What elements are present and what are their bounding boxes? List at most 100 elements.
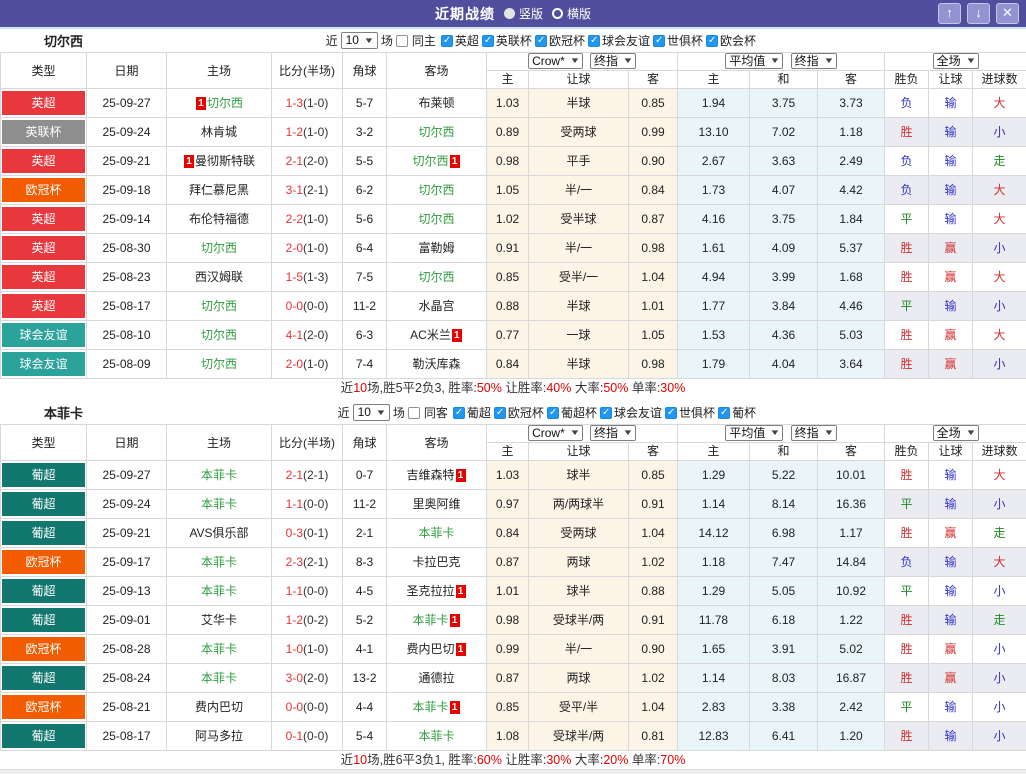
score-cell: 2-1(2-0): [272, 147, 343, 176]
league-filter-checkbox[interactable]: [547, 407, 559, 419]
score-cell: 3-0(2-0): [272, 664, 343, 693]
league-filter-checkbox[interactable]: [665, 407, 677, 419]
chevron-down-icon: ▼: [622, 426, 633, 440]
result-winloss: 胜: [885, 635, 929, 664]
radio-selected-icon[interactable]: [504, 8, 515, 19]
layout-vertical-option[interactable]: 竖版: [504, 5, 543, 22]
avg-select[interactable]: 平均值▼: [725, 53, 783, 69]
avg-stage-select[interactable]: 终指▼: [791, 425, 837, 441]
col-home: 主场: [167, 53, 272, 89]
crow-home-odds: 1.05: [487, 176, 529, 205]
score-cell: 2-0(1-0): [272, 350, 343, 379]
league-filter-label: 欧会杯: [720, 32, 756, 49]
result-handicap: 输: [929, 118, 973, 147]
home-team: 切尔西: [207, 96, 243, 110]
games-label: 场: [381, 32, 393, 49]
period-select[interactable]: 全场▼: [933, 53, 979, 69]
close-button[interactable]: ✕: [996, 3, 1019, 24]
avg-home-odds: 1.61: [678, 234, 750, 263]
crow-away-odds: 0.90: [629, 147, 678, 176]
league-filter-checkbox[interactable]: [706, 35, 718, 47]
crow-away-odds: 1.05: [629, 321, 678, 350]
match-row: 葡超25-08-24本菲卡3-0(2-0)13-2通德拉0.87两球1.021.…: [1, 664, 1026, 693]
match-row: 英超25-08-30切尔西2-0(1-0)6-4富勒姆0.91半/一0.981.…: [1, 234, 1026, 263]
match-date: 25-09-27: [87, 89, 167, 118]
bookmaker-select[interactable]: Crow*▼: [528, 425, 583, 441]
home-team-cell: 西汉姆联: [167, 263, 272, 292]
match-row: 英超25-08-23西汉姆联1-5(1-3)7-5切尔西0.85受半/一1.04…: [1, 263, 1026, 292]
match-row: 葡超25-09-24本菲卡1-1(0-0)11-2里奥阿维0.97两/两球半0.…: [1, 490, 1026, 519]
move-down-button[interactable]: ↓: [967, 3, 990, 24]
league-filter-label: 球会友谊: [602, 32, 650, 49]
score-cell: 3-1(2-1): [272, 176, 343, 205]
subcol-handicap-result: 让球: [929, 443, 973, 461]
avg-home-odds: 2.83: [678, 693, 750, 722]
crow-away-odds: 1.02: [629, 548, 678, 577]
full-time-score: 2-3: [286, 555, 303, 569]
half-time-score: (0-0): [303, 700, 328, 714]
away-team-cell: 水晶宫: [387, 292, 487, 321]
rank-badge: 1: [450, 155, 460, 168]
league-filter-checkbox[interactable]: [494, 407, 506, 419]
full-time-score: 1-0: [286, 642, 303, 656]
corner-score: 0-7: [343, 461, 387, 490]
league-filter-checkbox[interactable]: [718, 407, 730, 419]
avg-odds-group: 平均值▼ 终指▼: [678, 425, 885, 443]
games-count-select[interactable]: 10▼: [341, 32, 378, 49]
subcol-handicap: 让球: [529, 443, 629, 461]
avg-select[interactable]: 平均值▼: [725, 425, 783, 441]
league-filter-checkbox[interactable]: [482, 35, 494, 47]
away-team: 切尔西: [412, 154, 448, 168]
league-badge: 葡超: [2, 666, 85, 690]
layout-horizontal-label: 横版: [567, 5, 591, 22]
match-date: 25-09-21: [87, 147, 167, 176]
league-filter-checkbox[interactable]: [453, 407, 465, 419]
crow-handicap: 两/两球半: [529, 490, 629, 519]
corner-score: 4-5: [343, 577, 387, 606]
crow-home-odds: 0.97: [487, 490, 529, 519]
league-filter-checkbox[interactable]: [588, 35, 600, 47]
same-venue-checkbox[interactable]: [396, 35, 408, 47]
home-team: 切尔西: [201, 241, 237, 255]
odds-stage-select[interactable]: 终指▼: [590, 425, 636, 441]
half-time-score: (2-0): [303, 154, 328, 168]
result-goals: 走: [973, 147, 1026, 176]
odds-stage-select[interactable]: 终指▼: [590, 53, 636, 69]
home-team: 曼彻斯特联: [195, 154, 255, 168]
half-time-score: (2-1): [303, 183, 328, 197]
match-date: 25-08-24: [87, 664, 167, 693]
score-cell: 2-0(1-0): [272, 234, 343, 263]
crow-away-odds: 1.02: [629, 664, 678, 693]
games-count-select[interactable]: 10▼: [353, 404, 390, 421]
radio-unselected-icon[interactable]: [552, 8, 563, 19]
result-winloss: 负: [885, 548, 929, 577]
avg-away-odds: 1.17: [818, 519, 885, 548]
avg-stage-select[interactable]: 终指▼: [791, 53, 837, 69]
move-up-button[interactable]: ↑: [938, 3, 961, 24]
result-handicap: 赢: [929, 664, 973, 693]
half-time-score: (2-0): [303, 328, 328, 342]
result-goals: 小: [973, 664, 1026, 693]
result-winloss: 平: [885, 205, 929, 234]
league-filter-checkbox[interactable]: [600, 407, 612, 419]
bookmaker-select[interactable]: Crow*▼: [528, 53, 583, 69]
result-handicap: 输: [929, 147, 973, 176]
league-filter-checkbox[interactable]: [653, 35, 665, 47]
period-select[interactable]: 全场▼: [933, 425, 979, 441]
league-badge: 葡超: [2, 608, 85, 632]
summary-segment: 单率:: [628, 381, 660, 395]
layout-horizontal-option[interactable]: 横版: [552, 5, 591, 22]
avg-odds-group: 平均值▼ 终指▼: [678, 53, 885, 71]
near-label: 近: [326, 32, 338, 49]
corner-score: 2-1: [343, 519, 387, 548]
league-filter-checkbox[interactable]: [441, 35, 453, 47]
half-time-score: (0-0): [303, 584, 328, 598]
full-time-score: 1-5: [286, 270, 303, 284]
league-filter-group: 葡超欧冠杯葡超杯球会友谊世俱杯葡杯: [453, 404, 758, 421]
league-filter-checkbox[interactable]: [535, 35, 547, 47]
avg-home-odds: 2.67: [678, 147, 750, 176]
full-time-score: 1-2: [286, 613, 303, 627]
crow-away-odds: 0.85: [629, 89, 678, 118]
league-filter-label: 英超: [455, 32, 479, 49]
same-venue-checkbox[interactable]: [408, 407, 420, 419]
